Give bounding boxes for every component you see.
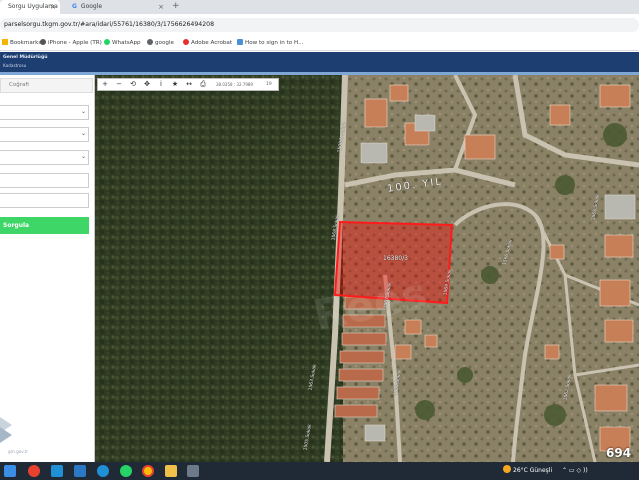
zoom-out-button[interactable]: − bbox=[112, 79, 126, 90]
query-sidebar: Coğrafi ⌄ ⌄ ⌄ Sorgula gm.gov.tr bbox=[0, 75, 95, 462]
chevron-down-icon: ⌄ bbox=[80, 130, 86, 137]
browser-tab-strip: Sorgu Uygulama × G Google × + bbox=[0, 0, 639, 14]
chrome-active-icon[interactable] bbox=[142, 465, 154, 477]
windows-taskbar: 26°C Güneşli ⌃ ▭ ◇ )) bbox=[0, 462, 639, 480]
weather-text: 26°C Güneşli bbox=[513, 467, 553, 474]
logo-icon bbox=[0, 417, 12, 443]
province-select[interactable]: ⌄ bbox=[0, 105, 89, 120]
app-subtitle: Kadastrosu bbox=[3, 63, 27, 68]
bookmark-label: WhatsApp bbox=[112, 40, 141, 46]
bookmark-label: How to sign in to H... bbox=[245, 40, 304, 46]
start-icon[interactable] bbox=[4, 465, 16, 477]
app-header: Genel Müdürlüğü Kadastrosu bbox=[0, 52, 639, 72]
app-title: Genel Müdürlüğü bbox=[3, 55, 48, 60]
system-tray[interactable]: ⌃ ▭ ◇ )) bbox=[562, 462, 588, 480]
edge-icon[interactable] bbox=[51, 465, 63, 477]
url-text: parselsorgu.tkgm.gov.tr/#ara/idari/55761… bbox=[4, 21, 215, 28]
bookmark-label: google bbox=[155, 40, 174, 46]
zoom-in-button[interactable]: + bbox=[98, 79, 112, 90]
sidebar-footer-url: gm.gov.tr bbox=[8, 449, 29, 454]
zoom-level: 19 bbox=[266, 82, 272, 87]
bookmark-whatsapp[interactable]: WhatsApp bbox=[104, 35, 141, 51]
favorite-icon[interactable]: ★ bbox=[168, 79, 182, 90]
bookmark-adobe[interactable]: Adobe Acrobat bbox=[183, 35, 232, 51]
sun-icon bbox=[503, 465, 511, 473]
measure-icon[interactable]: ↔ bbox=[182, 79, 196, 90]
neighborhood-select[interactable]: ⌄ bbox=[0, 150, 89, 165]
bookmark-label: Bookmarks bbox=[10, 40, 42, 46]
globe-icon bbox=[147, 39, 153, 45]
star-icon bbox=[2, 39, 8, 45]
map-toolbar: + − ⟲ ✥ i ★ ↔ ⎙ 38.0358 : 32.7989 19 bbox=[97, 78, 279, 91]
bookmark-label: iPhone - Apple (TR) bbox=[48, 40, 102, 46]
print-icon[interactable]: ⎙ bbox=[196, 79, 210, 90]
pan-icon[interactable]: ✥ bbox=[140, 79, 154, 90]
tab-sorgu-uygulama[interactable]: Sorgu Uygulama × bbox=[0, 0, 60, 14]
query-button[interactable]: Sorgula bbox=[0, 217, 89, 234]
whatsapp-icon[interactable] bbox=[120, 465, 132, 477]
chrome-icon[interactable] bbox=[28, 465, 40, 477]
tab-label: Google bbox=[80, 3, 103, 10]
url-field[interactable]: parselsorgu.tkgm.gov.tr/#ara/idari/55761… bbox=[0, 18, 639, 32]
close-icon[interactable]: × bbox=[50, 0, 56, 14]
district-select[interactable]: ⌄ bbox=[0, 127, 89, 142]
bookmark-how-to-sign-in[interactable]: How to sign in to H... bbox=[237, 35, 303, 51]
chevron-down-icon: ⌄ bbox=[80, 153, 86, 160]
refresh-icon[interactable]: ⟲ bbox=[126, 79, 140, 90]
bookmarks-bar: Bookmarks iPhone - Apple (TR) WhatsApp g… bbox=[0, 35, 639, 51]
satellite-imagery bbox=[95, 75, 639, 462]
acrobat-icon bbox=[183, 39, 189, 45]
bookmark-bookmarks[interactable]: Bookmarks bbox=[2, 35, 41, 51]
bookmark-google[interactable]: google bbox=[147, 35, 174, 51]
satellite-map[interactable]: Rees 100. YIL 16380/3 1500/1.Sokak 1568.… bbox=[95, 75, 639, 462]
block-input[interactable] bbox=[0, 173, 89, 188]
new-tab-button[interactable]: + bbox=[172, 0, 180, 13]
weather-widget[interactable]: 26°C Güneşli bbox=[503, 462, 552, 480]
bookmark-iphone[interactable]: iPhone - Apple (TR) bbox=[40, 35, 102, 51]
apple-icon bbox=[40, 39, 46, 45]
google-icon: G bbox=[72, 3, 77, 10]
bookmark-label: Adobe Acrobat bbox=[191, 40, 233, 46]
listing-id-overlay: 694 bbox=[606, 446, 632, 460]
app-icon[interactable] bbox=[187, 465, 199, 477]
page-icon bbox=[237, 39, 243, 45]
close-icon[interactable]: × bbox=[158, 0, 164, 14]
sidebar-header[interactable]: Coğrafi bbox=[0, 78, 93, 93]
parcel-label: 16380/3 bbox=[383, 255, 408, 262]
parcel-input[interactable] bbox=[0, 193, 89, 208]
tab-google[interactable]: G Google × bbox=[64, 0, 168, 14]
explorer-icon[interactable] bbox=[74, 465, 86, 477]
coordinate-readout: 38.0358 : 32.7989 bbox=[216, 82, 253, 87]
address-bar-row: parselsorgu.tkgm.gov.tr/#ara/idari/55761… bbox=[0, 14, 639, 35]
info-icon[interactable]: i bbox=[154, 79, 168, 90]
chevron-down-icon: ⌄ bbox=[80, 108, 86, 115]
folder-icon[interactable] bbox=[165, 465, 177, 477]
browser-icon[interactable] bbox=[97, 465, 109, 477]
whatsapp-icon bbox=[104, 39, 110, 45]
